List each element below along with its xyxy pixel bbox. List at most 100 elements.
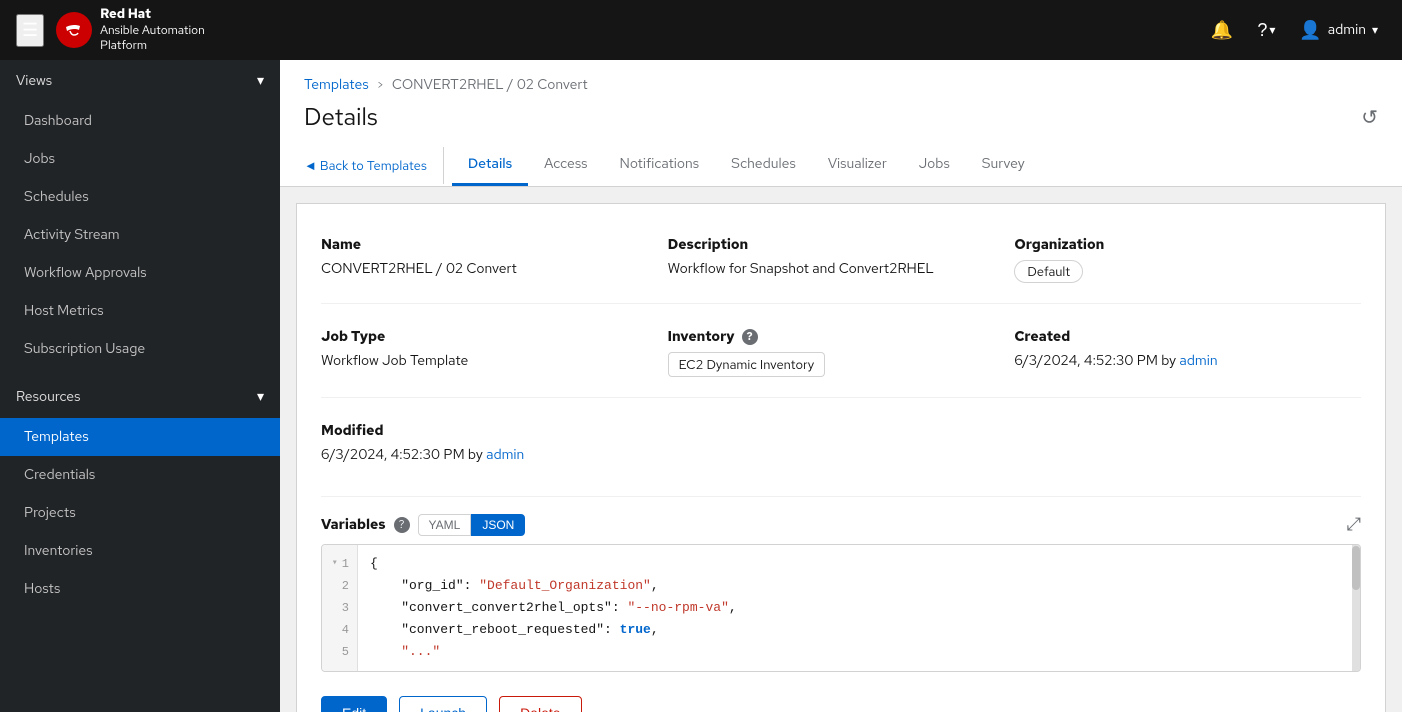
code-line-2: "org_id": "Default_Organization", [370, 575, 1348, 597]
code-line-4: "convert_reboot_requested": true, [370, 619, 1348, 641]
code-line-3: "convert_convert2rhel_opts": "--no-rpm-v… [370, 597, 1348, 619]
hamburger-button[interactable]: ☰ [16, 14, 44, 47]
sidebar-item-credentials[interactable]: Credentials [0, 456, 280, 494]
breadcrumb-current: CONVERT2RHEL / 02 Convert [392, 76, 588, 94]
help-button[interactable]: ? ▾ [1249, 12, 1283, 49]
modified-label: Modified [321, 422, 652, 440]
job-type-label: Job Type [321, 328, 652, 346]
detail-row-3: Modified 6/3/2024, 4:52:30 PM by admin [321, 397, 1361, 480]
resources-section-header[interactable]: Resources ▾ [0, 376, 280, 418]
app-logo: Red Hat Ansible Automation Platform [56, 6, 205, 54]
tab-visualizer[interactable]: Visualizer [812, 145, 903, 186]
brand-name: Red Hat [100, 6, 205, 23]
line-numbers: ▾ 1 2 3 4 5 [322, 545, 358, 671]
sidebar-item-hosts[interactable]: Hosts [0, 570, 280, 608]
detail-row-1: Name CONVERT2RHEL / 02 Convert Descripti… [321, 228, 1361, 299]
sidebar-item-jobs[interactable]: Jobs [0, 140, 280, 178]
detail-card: Name CONVERT2RHEL / 02 Convert Descripti… [296, 203, 1386, 712]
user-chevron-icon: ▾ [1372, 22, 1378, 38]
launch-button[interactable]: Launch [399, 696, 487, 712]
sidebar-item-schedules[interactable]: Schedules [0, 178, 280, 216]
top-navbar: ☰ Red Hat Ansible Automation Platform 🔔 … [0, 0, 1402, 60]
delete-button[interactable]: Delete [499, 696, 581, 712]
modified-group: Modified 6/3/2024, 4:52:30 PM by admin [321, 414, 668, 480]
sidebar-item-dashboard[interactable]: Dashboard [0, 102, 280, 140]
editor-scrollbar[interactable] [1352, 545, 1360, 671]
inventory-help-icon[interactable]: ? [742, 329, 758, 345]
product-line2: Platform [100, 38, 205, 54]
yaml-format-button[interactable]: YAML [418, 514, 472, 536]
product-line1: Ansible Automation [100, 23, 205, 39]
organization-label: Organization [1014, 236, 1345, 254]
sidebar-item-subscription-usage[interactable]: Subscription Usage [0, 330, 280, 368]
variables-help-icon[interactable]: ? [394, 517, 410, 533]
created-by-link[interactable]: admin [1179, 352, 1217, 370]
views-section-header[interactable]: Views ▾ [0, 60, 280, 102]
inventory-label: Inventory ? [668, 328, 999, 346]
inventory-value: EC2 Dynamic Inventory [668, 352, 999, 377]
expand-variables-icon[interactable]: ⤢ [1347, 513, 1361, 536]
job-type-group: Job Type Workflow Job Template [321, 320, 668, 393]
sidebar-item-activity-stream[interactable]: Activity Stream [0, 216, 280, 254]
notifications-button[interactable]: 🔔 [1203, 12, 1241, 49]
modified-by-link[interactable]: admin [486, 446, 524, 464]
description-group: Description Workflow for Snapshot and Co… [668, 228, 1015, 299]
tab-access[interactable]: Access [528, 145, 603, 186]
breadcrumb: Templates > CONVERT2RHEL / 02 Convert [304, 76, 1378, 94]
format-buttons: YAML JSON [418, 514, 526, 536]
name-group: Name CONVERT2RHEL / 02 Convert [321, 228, 668, 299]
organization-group: Organization Default [1014, 228, 1361, 299]
inventory-group: Inventory ? EC2 Dynamic Inventory [668, 320, 1015, 393]
breadcrumb-templates-link[interactable]: Templates [304, 76, 369, 94]
main-content: Templates > CONVERT2RHEL / 02 Convert De… [280, 60, 1402, 712]
resources-chevron-icon: ▾ [257, 388, 264, 406]
tab-jobs[interactable]: Jobs [903, 145, 966, 186]
resources-label: Resources [16, 388, 80, 406]
tab-survey[interactable]: Survey [966, 145, 1041, 186]
editor-scrollbar-thumb [1352, 546, 1360, 590]
detail-row-2: Job Type Workflow Job Template Inventory… [321, 303, 1361, 393]
history-icon[interactable]: ↺ [1361, 105, 1378, 131]
question-mark-icon: ? [1257, 20, 1267, 41]
views-chevron-icon: ▾ [257, 72, 264, 90]
modified-value: 6/3/2024, 4:52:30 PM by admin [321, 446, 652, 464]
help-chevron-icon: ▾ [1269, 23, 1275, 37]
organization-badge: Default [1014, 260, 1083, 283]
variables-section: Variables ? YAML JSON ⤢ ▾ [321, 496, 1361, 672]
code-content: { "org_id": "Default_Organization", "con… [358, 545, 1360, 671]
sidebar-item-inventories[interactable]: Inventories [0, 532, 280, 570]
organization-value: Default [1014, 260, 1345, 283]
job-type-value: Workflow Job Template [321, 352, 652, 370]
action-buttons: Edit Launch Delete [321, 696, 1361, 712]
views-label: Views [16, 72, 52, 90]
breadcrumb-separator: > [377, 77, 384, 93]
sidebar: Views ▾ Dashboard Jobs Schedules Activit… [0, 60, 280, 712]
tabs-bar: ◄ Back to Templates Details Access Notif… [304, 145, 1378, 186]
redhat-logo-icon [56, 12, 92, 48]
bell-icon: 🔔 [1211, 20, 1233, 41]
description-label: Description [668, 236, 999, 254]
user-menu[interactable]: 👤 admin ▾ [1291, 11, 1386, 50]
sidebar-item-templates[interactable]: Templates [0, 418, 280, 456]
tab-details[interactable]: Details [452, 145, 528, 186]
name-value: CONVERT2RHEL / 02 Convert [321, 260, 652, 278]
page-title: Details [304, 102, 378, 133]
created-group: Created 6/3/2024, 4:52:30 PM by admin [1014, 320, 1361, 393]
variables-editor: ▾ 1 2 3 4 5 { "org_id": "Default_Organiz… [321, 544, 1361, 672]
back-to-templates-link[interactable]: ◄ Back to Templates [304, 147, 444, 184]
edit-button[interactable]: Edit [321, 696, 387, 712]
sidebar-item-host-metrics[interactable]: Host Metrics [0, 292, 280, 330]
sidebar-item-projects[interactable]: Projects [0, 494, 280, 532]
sidebar-item-workflow-approvals[interactable]: Workflow Approvals [0, 254, 280, 292]
json-format-button[interactable]: JSON [471, 514, 525, 536]
created-value: 6/3/2024, 4:52:30 PM by admin [1014, 352, 1345, 370]
code-line-1: { [370, 553, 1348, 575]
page-header: Templates > CONVERT2RHEL / 02 Convert De… [280, 60, 1402, 187]
tab-schedules[interactable]: Schedules [715, 145, 812, 186]
created-label: Created [1014, 328, 1345, 346]
collapse-arrow-icon: ▾ [332, 553, 338, 575]
tab-notifications[interactable]: Notifications [604, 145, 716, 186]
variables-label: Variables [321, 516, 386, 534]
user-avatar-icon: 👤 [1299, 19, 1321, 42]
username-label: admin [1328, 21, 1366, 39]
